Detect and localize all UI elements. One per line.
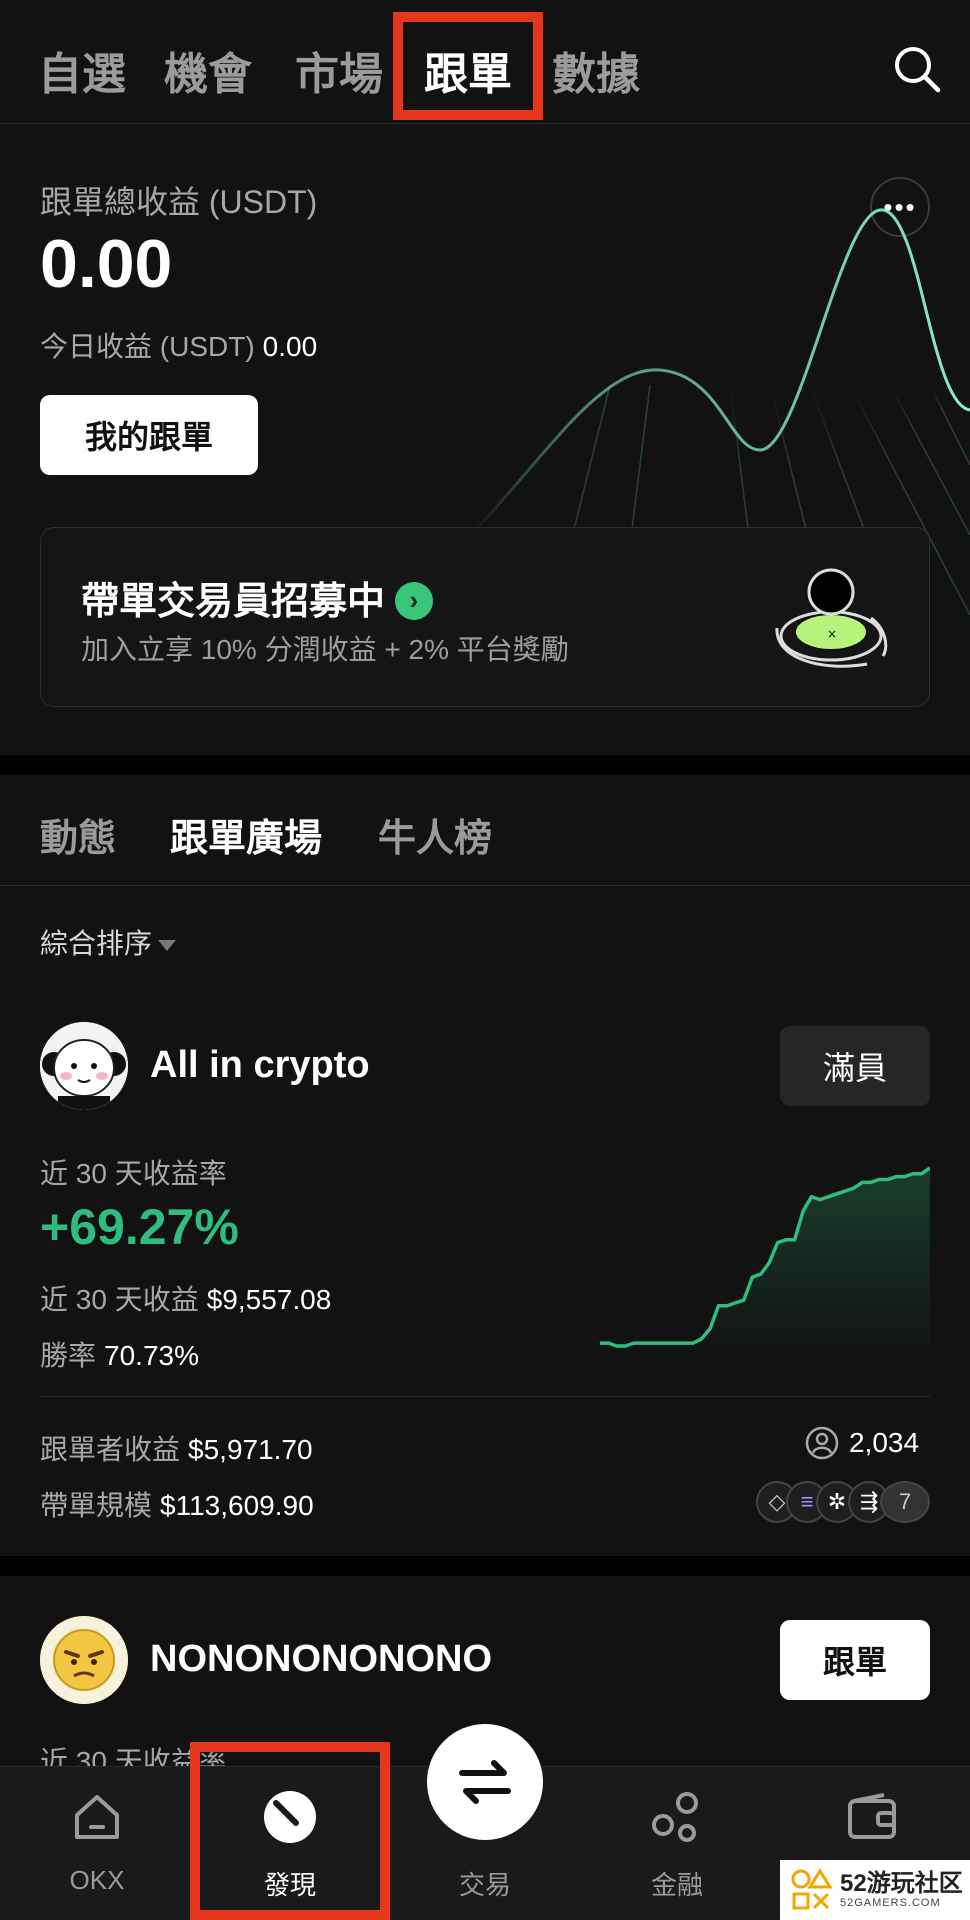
wallet-icon [848,1793,896,1839]
aum-value: $113,609.90 [160,1490,314,1521]
avatar[interactable] [40,1616,128,1704]
trader-name[interactable]: NONONONONONO [150,1638,492,1681]
trade-swap-button[interactable] [427,1724,543,1840]
roi-label: 近 30 天收益率 [40,1158,227,1189]
total-pnl-label: 跟單總收益 (USDT) [40,184,318,220]
angry-face-avatar-icon [40,1616,128,1704]
copy-summary-card: 跟單總收益 (USDT) 0.00 今日收益 (USDT) 0.00 ••• 我的… [0,125,970,755]
recruit-title-text: 帶單交易員招募中 [81,581,386,623]
follower-pnl: 跟單者收益 $5,971.70 [40,1428,313,1468]
user-circle-icon [805,1426,839,1460]
today-pnl-label: 今日收益 (USDT) [40,331,255,362]
avatar[interactable] [40,1022,128,1110]
card-divider [40,1396,930,1397]
home-icon [75,1795,119,1839]
sort-dropdown[interactable]: 綜合排序 [40,922,177,962]
section-tabs: 動態 跟單廣場 牛人榜 [0,775,970,886]
section-separator [0,755,970,775]
panda-avatar-icon [40,1022,128,1110]
nav-okx-label: OKX [69,1865,125,1895]
aum: 帶單規模 $113,609.90 [40,1484,314,1524]
roi-sparkline-chart [600,1166,930,1360]
traded-coins: ◇ ≡ ✲ ⇶ 7 [756,1481,930,1523]
chevron-right-icon: › [395,581,434,620]
svg-text:×: × [827,627,837,641]
tab-leaderboard[interactable]: 牛人榜 [378,807,492,862]
tab-markets[interactable]: 市場 [295,38,383,102]
nav-finance[interactable]: 金融 [602,1767,752,1920]
search-icon[interactable] [892,44,942,94]
highlight-box-discover [190,1742,390,1920]
follower-pnl-label: 跟單者收益 [40,1434,181,1465]
total-pnl-value: 0.00 [40,226,173,302]
today-pnl: 今日收益 (USDT) 0.00 [40,325,317,365]
watermark-logo-icon [791,1868,833,1910]
win-rate-label: 勝率 [40,1340,97,1371]
roi-area [600,1168,930,1360]
my-copy-trades-button[interactable]: 我的跟單 [40,395,258,475]
finance-icon [652,1792,698,1842]
nav-finance-label: 金融 [650,1870,703,1900]
trader-recruit-banner[interactable]: 帶單交易員招募中 › 加入立享 10% 分潤收益 + 2% 平台獎勵 × [40,527,930,707]
today-pnl-value: 0.00 [262,331,318,362]
trader-name[interactable]: All in crypto [150,1044,370,1087]
tab-opportunities[interactable]: 機會 [164,38,252,102]
pnl-30d: 近 30 天收益 $9,557.08 [40,1278,331,1318]
tab-data[interactable]: 數據 [552,38,640,102]
win-rate-value: 70.73% [104,1340,199,1371]
win-rate: 勝率 70.73% [40,1334,199,1374]
pnl-value: $9,557.08 [206,1284,332,1315]
more-coins-badge: 7 [880,1481,930,1523]
copy-trade-button[interactable]: 跟單 [780,1620,930,1700]
sort-label: 綜合排序 [40,928,153,959]
highlight-box-copy-tab [393,12,543,120]
watermark-brand: 52游玩社区 [840,1870,963,1897]
recruit-title: 帶單交易員招募中 › [81,570,434,625]
swap-icon [459,1760,511,1804]
top-nav: 自選 機會 市場 跟單 數據 [0,0,970,124]
site-watermark: 52游玩社区 52GAMERS.COM [780,1860,970,1920]
follower-count: 2,034 [805,1426,919,1460]
aum-label: 帶單規模 [40,1490,153,1521]
follower-count-value: 2,034 [849,1427,920,1458]
nav-trade-label: 交易 [458,1870,511,1900]
recruit-subtitle: 加入立享 10% 分潤收益 + 2% 平台獎勵 [81,634,569,665]
roi-value: +69.27% [40,1199,239,1255]
pnl-label: 近 30 天收益 [40,1284,199,1315]
tab-feed[interactable]: 動態 [40,807,116,862]
watermark-domain: 52GAMERS.COM [840,1897,941,1909]
recruit-illustration-icon: × [775,568,888,668]
tab-copy-square[interactable]: 跟單廣場 [170,807,322,862]
full-status-button[interactable]: 滿員 [780,1026,930,1106]
card-separator [0,1556,970,1576]
caret-down-icon [158,940,177,952]
tab-watchlist[interactable]: 自選 [38,38,126,102]
follower-pnl-value: $5,971.70 [188,1434,313,1465]
nav-okx[interactable]: OKX [22,1767,172,1920]
